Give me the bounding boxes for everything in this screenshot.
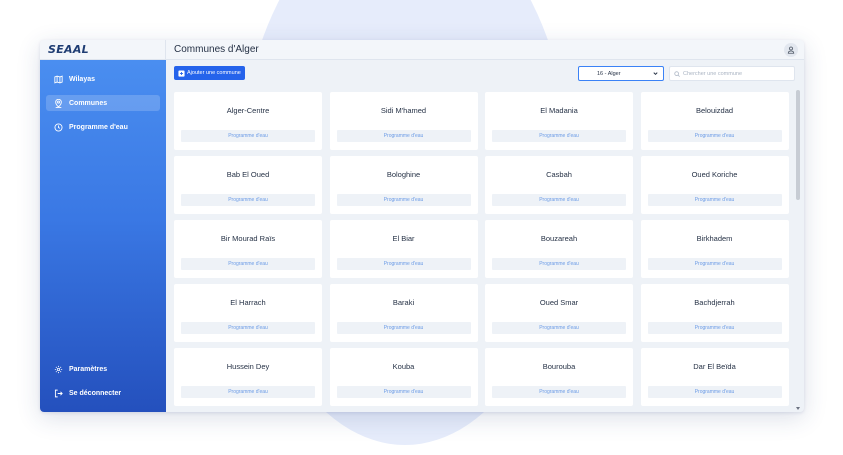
programme-eau-button[interactable]: Programme d'eau: [181, 322, 315, 334]
commune-name: Baraki: [392, 298, 415, 307]
location-pin-icon: [54, 98, 63, 108]
programme-eau-button[interactable]: Programme d'eau: [336, 386, 471, 398]
commune-card[interactable]: Hussein Dey Programme d'eau: [174, 348, 322, 406]
user-account-button[interactable]: [784, 43, 798, 57]
commune-name: Bologhine: [386, 170, 421, 179]
main-content: Ajouter une commune 16 - Alger Alger-Cen…: [166, 60, 804, 412]
commune-card[interactable]: Oued Koriche Programme d'eau: [640, 156, 789, 214]
logout-icon: [54, 389, 63, 398]
commune-card[interactable]: Sidi M'hamed Programme d'eau: [329, 92, 478, 150]
commune-name: Kouba: [392, 362, 415, 371]
commune-name: El Biar: [392, 234, 415, 243]
commune-card[interactable]: El Harrach Programme d'eau: [174, 284, 322, 342]
programme-eau-button[interactable]: Programme d'eau: [647, 322, 782, 334]
programme-eau-button[interactable]: Programme d'eau: [336, 130, 471, 142]
programme-eau-button[interactable]: Programme d'eau: [181, 194, 315, 206]
commune-card[interactable]: Bologhine Programme d'eau: [329, 156, 478, 214]
sidebar-item-label: Se déconnecter: [69, 389, 122, 397]
programme-eau-button[interactable]: Programme d'eau: [492, 258, 626, 270]
commune-card[interactable]: Dar El Beïda Programme d'eau: [640, 348, 789, 406]
commune-card[interactable]: Baraki Programme d'eau: [329, 284, 478, 342]
user-icon: [787, 46, 795, 54]
programme-eau-button[interactable]: Programme d'eau: [181, 130, 315, 142]
search-input[interactable]: [683, 70, 793, 77]
commune-name: El Harrach: [230, 298, 266, 307]
sidebar-item-settings[interactable]: Paramètres: [46, 361, 160, 377]
sidebar-item-logout[interactable]: Se déconnecter: [46, 385, 160, 401]
commune-name: Dar El Beïda: [693, 362, 736, 371]
gear-icon: [54, 365, 63, 374]
sidebar-item-wilayas[interactable]: Wilayas: [46, 71, 160, 87]
commune-grid: Alger-Centre Programme d'eau Sidi M'hamed P…: [174, 92, 794, 412]
commune-name: Bir Mourad Raïs: [220, 234, 276, 243]
commune-card[interactable]: Bouzareah Programme d'eau: [485, 220, 633, 278]
programme-eau-button[interactable]: Programme d'eau: [336, 258, 471, 270]
commune-name: Bourouba: [542, 362, 576, 371]
programme-eau-button[interactable]: Programme d'eau: [492, 130, 626, 142]
programme-eau-button[interactable]: Programme d'eau: [336, 194, 471, 206]
commune-name: Oued Smar: [539, 298, 579, 307]
commune-card[interactable]: Bachdjerrah Programme d'eau: [640, 284, 789, 342]
commune-card[interactable]: El Madania Programme d'eau: [485, 92, 633, 150]
clock-icon: [54, 123, 63, 132]
programme-eau-button[interactable]: Programme d'eau: [492, 194, 626, 206]
top-bar: Communes d'Alger: [166, 40, 804, 60]
commune-name: Bouzareah: [540, 234, 578, 243]
programme-eau-button[interactable]: Programme d'eau: [647, 386, 782, 398]
programme-eau-button[interactable]: Programme d'eau: [181, 386, 315, 398]
page-title: Communes d'Alger: [174, 44, 259, 55]
wilaya-select-value: 16 - Alger: [597, 70, 621, 77]
commune-name: Hussein Dey: [226, 362, 270, 371]
sidebar-item-communes[interactable]: Communes: [46, 95, 160, 111]
sidebar-item-label: Wilayas: [69, 75, 96, 83]
search-box[interactable]: [669, 66, 795, 81]
commune-name: Alger-Centre: [226, 106, 270, 115]
commune-name: Sidi M'hamed: [380, 106, 427, 115]
wilaya-select[interactable]: 16 - Alger: [578, 66, 664, 81]
programme-eau-button[interactable]: Programme d'eau: [336, 322, 471, 334]
commune-card[interactable]: Casbah Programme d'eau: [485, 156, 633, 214]
commune-name: Bachdjerrah: [694, 298, 735, 307]
programme-eau-button[interactable]: Programme d'eau: [492, 322, 626, 334]
programme-eau-button[interactable]: Programme d'eau: [181, 258, 315, 270]
chevron-down-icon: [652, 70, 659, 79]
map-icon: [54, 74, 63, 84]
scrollbar[interactable]: [796, 90, 800, 410]
commune-name: Oued Koriche: [691, 170, 738, 179]
scrollbar-thumb[interactable]: [796, 90, 800, 200]
scroll-down-arrow-icon[interactable]: [796, 407, 800, 410]
sidebar-item-label: Paramètres: [69, 365, 108, 373]
sidebar-item-label: Communes: [69, 99, 108, 107]
programme-eau-button[interactable]: Programme d'eau: [492, 386, 626, 398]
commune-card[interactable]: Alger-Centre Programme d'eau: [174, 92, 322, 150]
programme-eau-button[interactable]: Programme d'eau: [647, 194, 782, 206]
brand-bar: SEAAL: [40, 40, 166, 60]
commune-name: Belouizdad: [695, 106, 734, 115]
add-commune-button[interactable]: Ajouter une commune: [174, 66, 245, 80]
programme-eau-button[interactable]: Programme d'eau: [647, 130, 782, 142]
commune-name: Bab El Oued: [226, 170, 270, 179]
commune-card[interactable]: Bourouba Programme d'eau: [485, 348, 633, 406]
commune-name: Casbah: [546, 170, 572, 179]
programme-eau-button[interactable]: Programme d'eau: [647, 258, 782, 270]
commune-card[interactable]: Kouba Programme d'eau: [329, 348, 478, 406]
brand-logo[interactable]: SEAAL: [48, 43, 89, 56]
commune-name: El Madania: [540, 106, 578, 115]
commune-card[interactable]: Belouizdad Programme d'eau: [640, 92, 789, 150]
app-window: SEAAL Communes d'Alger Wilayas Communes: [40, 40, 804, 412]
sidebar-item-programme[interactable]: Programme d'eau: [46, 119, 160, 135]
commune-card[interactable]: Oued Smar Programme d'eau: [485, 284, 633, 342]
sidebar-item-label: Programme d'eau: [69, 123, 128, 131]
commune-card[interactable]: Birkhadem Programme d'eau: [640, 220, 789, 278]
sidebar: Wilayas Communes Programme d'eau Paramèt…: [40, 60, 166, 412]
commune-card[interactable]: El Biar Programme d'eau: [329, 220, 478, 278]
commune-card[interactable]: Bab El Oued Programme d'eau: [174, 156, 322, 214]
commune-card[interactable]: Bir Mourad Raïs Programme d'eau: [174, 220, 322, 278]
add-icon: [178, 69, 185, 77]
add-commune-label: Ajouter une commune: [187, 70, 241, 76]
commune-name: Birkhadem: [696, 234, 733, 243]
search-icon: [674, 70, 680, 77]
